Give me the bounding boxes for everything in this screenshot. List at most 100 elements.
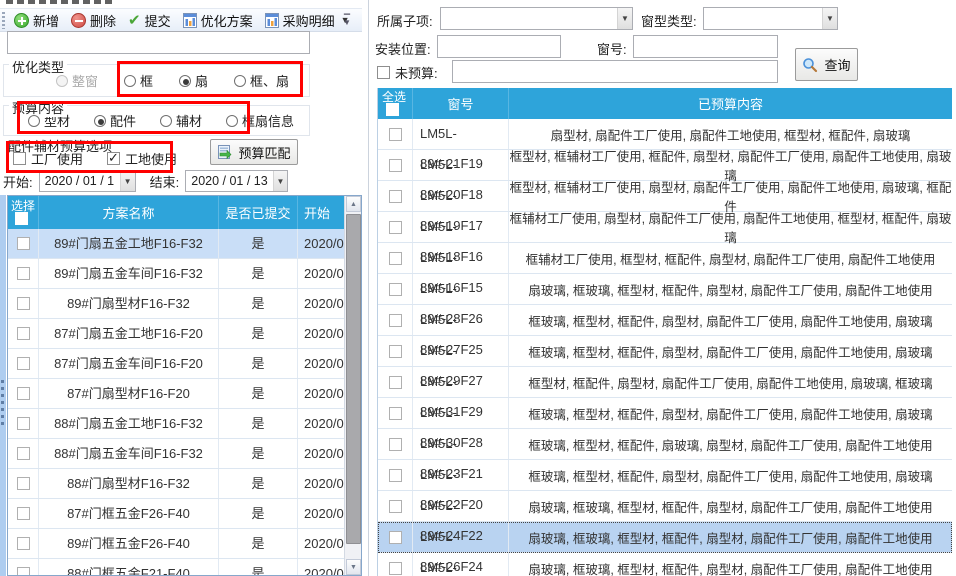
optimize-plan-button[interactable]: 优化方案 <box>177 9 259 32</box>
scroll-down-icon[interactable]: ▼ <box>346 559 361 575</box>
table-row[interactable]: 89#门扇五金工地F16-F32 是 2020/0 <box>8 229 361 259</box>
left-splitter-bar[interactable] <box>0 195 6 576</box>
plan-filter-input[interactable] <box>7 31 310 54</box>
checkbox-label: 工厂使用 <box>31 149 83 168</box>
table-row[interactable]: 87#门扇五金车间F16-F20 是 2020/0 <box>8 349 361 379</box>
row-checkbox-cell <box>378 336 413 366</box>
row-checkbox[interactable] <box>17 297 30 310</box>
site-use-checkbox[interactable]: 工地使用 <box>107 149 177 168</box>
row-checkbox[interactable] <box>389 345 402 358</box>
row-checkbox[interactable] <box>17 417 30 430</box>
row-checkbox[interactable] <box>17 357 30 370</box>
row-checkbox[interactable] <box>17 537 30 550</box>
submit-button[interactable]: ✔ 提交 <box>122 9 177 32</box>
plan-table-body: 89#门扇五金工地F16-F32 是 2020/0 89#门扇五金车间F16-F… <box>8 229 361 576</box>
table-row[interactable]: LM5L-89#-24F22 扇玻璃, 框玻璃, 框型材, 框配件, 扇型材, … <box>378 491 952 522</box>
no-budget-input[interactable] <box>452 60 778 83</box>
table-row[interactable]: 89#门扇五金车间F16-F32 是 2020/0 <box>8 259 361 289</box>
table-row[interactable]: LM5L-89#-26F24 扇玻璃, 框玻璃, 框型材, 框配件, 扇型材, … <box>378 522 952 553</box>
table-row[interactable]: LM5L-89#-18F16 框辅材工厂使用, 扇型材, 扇配件工厂使用, 扇配… <box>378 212 952 243</box>
submitted-cell: 是 <box>219 379 298 408</box>
window-no-column-header[interactable]: 窗号 <box>413 88 509 119</box>
toolbar-overflow-button[interactable]: ▔▼ <box>340 11 354 30</box>
table-row[interactable]: 88#门扇型材F16-F32 是 2020/0 <box>8 469 361 499</box>
row-checkbox[interactable] <box>17 447 30 460</box>
radio-frame-sash[interactable]: 框、扇 <box>234 71 289 90</box>
table-row[interactable]: LM5L-89#-31F29 框型材, 框配件, 扇型材, 扇配件工厂使用, 扇… <box>378 367 952 398</box>
row-checkbox[interactable] <box>17 237 30 250</box>
table-row[interactable]: LM5L-89#-28F26 扇玻璃, 框玻璃, 框型材, 框配件, 扇型材, … <box>378 274 952 305</box>
budgeted-content-column-header[interactable]: 已预算内容 <box>509 88 952 119</box>
radio-aux-material[interactable]: 辅材 <box>160 111 202 130</box>
checkbox-checked-icon <box>107 152 120 165</box>
row-checkbox[interactable] <box>389 562 402 575</box>
table-row[interactable]: LM5L-89#-25F23 扇玻璃, 框玻璃, 框型材, 框配件, 扇型材, … <box>378 553 952 576</box>
table-row[interactable]: LM5L-89#-23F21 框玻璃, 框型材, 框配件, 扇玻璃, 扇型材, … <box>378 429 952 460</box>
window-no-cell: LM5L-89#-27F25 <box>413 305 509 335</box>
row-checkbox[interactable] <box>17 507 30 520</box>
query-button[interactable]: 查询 <box>795 48 858 81</box>
table-row[interactable]: LM5L-89#-30F28 框玻璃, 框型材, 框配件, 扇型材, 扇配件工厂… <box>378 398 952 429</box>
row-checkbox[interactable] <box>389 376 402 389</box>
table-row[interactable]: 87#门扇型材F16-F20 是 2020/0 <box>8 379 361 409</box>
vertical-scrollbar[interactable]: ▲ ▼ <box>344 196 361 575</box>
window-no-cell: LM5L-89#-25F23 <box>413 553 509 576</box>
table-row[interactable]: 88#门框五金F21-F40 是 2020/0 <box>8 559 361 576</box>
plan-name-cell: 87#门扇型材F16-F20 <box>39 379 219 408</box>
row-checkbox[interactable] <box>17 267 30 280</box>
window-no-input[interactable] <box>633 35 778 58</box>
row-checkbox[interactable] <box>17 567 30 576</box>
submitted-column-header[interactable]: 是否已提交 <box>219 196 298 229</box>
radio-sash[interactable]: 扇 <box>179 71 208 90</box>
install-position-input[interactable] <box>437 35 561 58</box>
row-checkbox-cell <box>8 349 39 378</box>
sub-item-dropdown[interactable]: ▼ <box>440 7 633 30</box>
delete-button-label: 删除 <box>90 11 116 30</box>
row-checkbox[interactable] <box>389 531 402 544</box>
table-row[interactable]: LM5L-89#-29F27 框玻璃, 框型材, 框配件, 扇型材, 扇配件工厂… <box>378 336 952 367</box>
delete-button[interactable]: 删除 <box>65 9 122 32</box>
row-checkbox-cell <box>8 559 39 576</box>
radio-label: 框扇信息 <box>242 111 294 130</box>
table-row[interactable]: 88#门扇五金车间F16-F32 是 2020/0 <box>8 439 361 469</box>
radio-frame[interactable]: 框 <box>124 71 153 90</box>
name-column-header[interactable]: 方案名称 <box>39 196 219 229</box>
no-budget-checkbox[interactable]: 未预算: <box>377 63 438 82</box>
row-checkbox[interactable] <box>17 387 30 400</box>
date-start-picker[interactable]: 2020 / 01 / 1 ▼ <box>39 170 136 192</box>
table-row[interactable]: 89#门框五金F26-F40 是 2020/0 <box>8 529 361 559</box>
table-row[interactable]: 88#门扇五金工地F16-F32 是 2020/0 <box>8 409 361 439</box>
row-checkbox-cell <box>8 319 39 348</box>
factory-use-checkbox[interactable]: 工厂使用 <box>13 149 83 168</box>
table-row[interactable]: LM5L-89#-22F20 框玻璃, 框型材, 框配件, 扇型材, 扇配件工厂… <box>378 460 952 491</box>
row-checkbox[interactable] <box>17 477 30 490</box>
row-checkbox[interactable] <box>389 500 402 513</box>
row-checkbox[interactable] <box>389 252 402 265</box>
row-checkbox[interactable] <box>389 190 402 203</box>
budget-match-button[interactable]: 预算匹配 <box>210 139 298 165</box>
radio-accessory[interactable]: 配件 <box>94 111 136 130</box>
scrollbar-thumb[interactable] <box>346 214 361 544</box>
table-row[interactable]: LM5L-89#-27F25 框玻璃, 框型材, 框配件, 扇型材, 扇配件工厂… <box>378 305 952 336</box>
table-row[interactable]: 87#门框五金F26-F40 是 2020/0 <box>8 499 361 529</box>
row-checkbox[interactable] <box>17 327 30 340</box>
scroll-up-icon[interactable]: ▲ <box>346 196 361 212</box>
select-all-checkbox[interactable] <box>15 212 28 225</box>
date-end-picker[interactable]: 2020 / 01 / 13 ▼ <box>185 170 288 192</box>
table-row[interactable]: 87#门扇五金工地F16-F20 是 2020/0 <box>8 319 361 349</box>
table-row[interactable]: LM5L-89#-16F15 框辅材工厂使用, 框型材, 框配件, 扇型材, 扇… <box>378 243 952 274</box>
row-checkbox[interactable] <box>389 128 402 141</box>
add-button[interactable]: 新增 <box>8 9 65 32</box>
window-type-dropdown[interactable]: ▼ <box>703 7 838 30</box>
row-checkbox[interactable] <box>389 314 402 327</box>
radio-frame-sash-info[interactable]: 框扇信息 <box>226 111 294 130</box>
row-checkbox[interactable] <box>389 407 402 420</box>
row-checkbox[interactable] <box>389 283 402 296</box>
table-row[interactable]: 89#门扇型材F16-F32 是 2020/0 <box>8 289 361 319</box>
row-checkbox[interactable] <box>389 469 402 482</box>
select-all-checkbox[interactable] <box>386 103 399 116</box>
row-checkbox[interactable] <box>389 438 402 451</box>
toolbar-grip[interactable] <box>2 12 5 29</box>
row-checkbox[interactable] <box>389 159 402 172</box>
row-checkbox[interactable] <box>389 221 402 234</box>
